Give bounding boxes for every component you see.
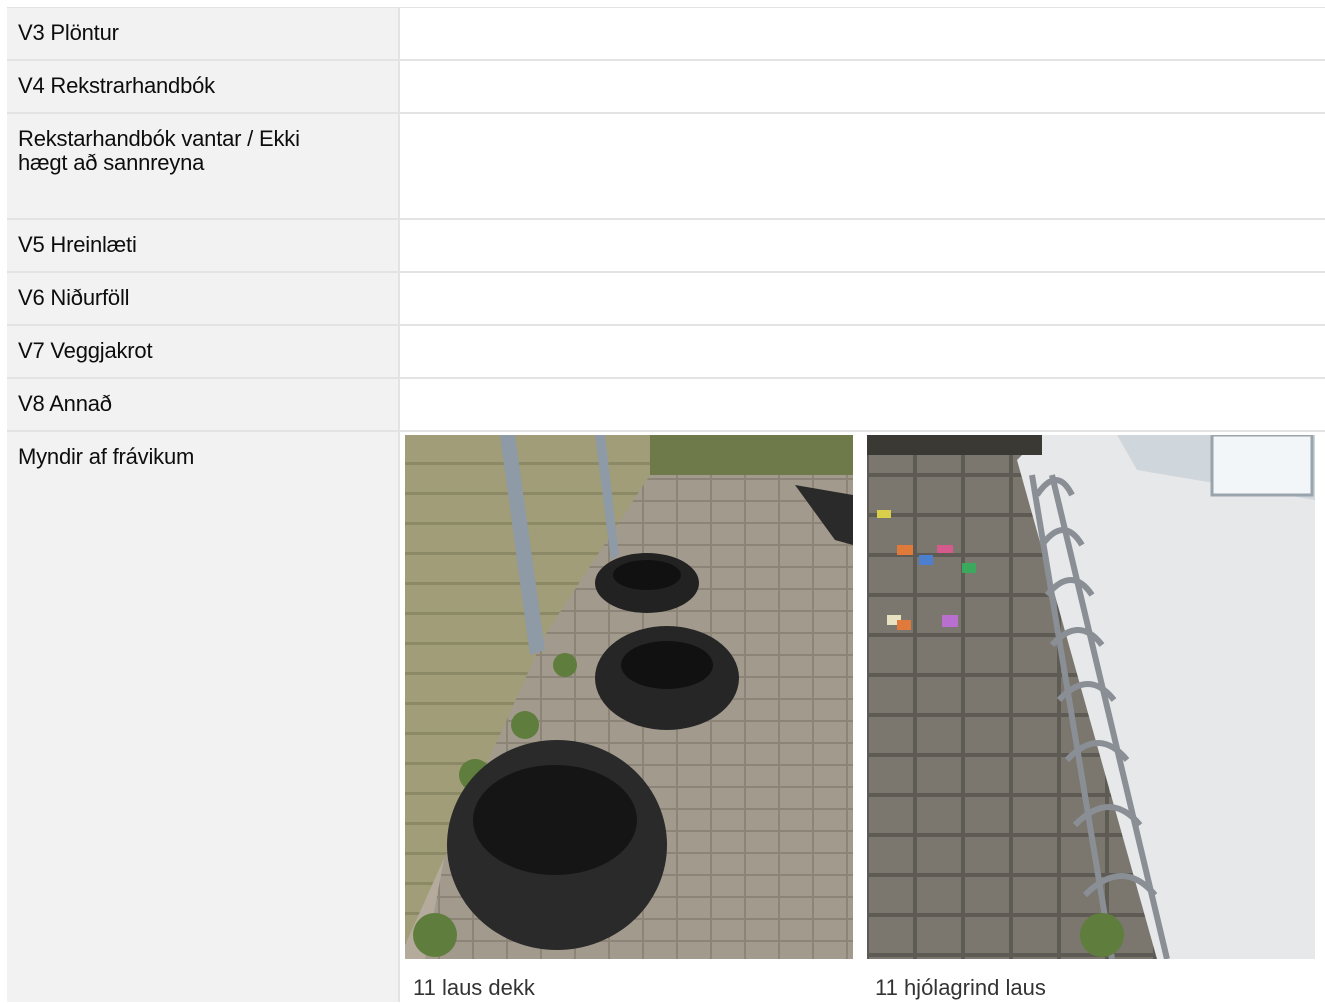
row-photos: Myndir af frávikum 11 laus dekk 11 hjóla…: [7, 432, 1325, 1002]
row-value: [400, 326, 1325, 377]
row-value: [400, 273, 1325, 324]
photo-card[interactable]: 11 laus dekk: [405, 435, 853, 1001]
row-value: [400, 379, 1325, 430]
row-v8: V8 Annað: [7, 379, 1325, 432]
bike-rack-photo-icon[interactable]: [867, 435, 1315, 959]
row-label: V3 Plöntur: [7, 8, 400, 59]
row-value: [400, 8, 1325, 59]
tires-photo-icon[interactable]: [405, 435, 853, 959]
row-label: V8 Annað: [7, 379, 400, 430]
photos-container: 11 laus dekk 11 hjólagrind laus: [400, 432, 1325, 1002]
inspection-report-table: V3 Plöntur V4 Rekstrarhandbók Rekstarhan…: [7, 7, 1325, 1002]
row-v7: V7 Veggjakrot: [7, 326, 1325, 379]
row-label: V6 Niðurföll: [7, 273, 400, 324]
row-value: [400, 220, 1325, 271]
row-v4: V4 Rekstrarhandbók: [7, 61, 1325, 114]
row-v3: V3 Plöntur: [7, 7, 1325, 61]
row-label: Myndir af frávikum: [7, 432, 400, 1002]
row-label: V5 Hreinlæti: [7, 220, 400, 271]
row-handbook-missing: Rekstarhandbók vantar / Ekki hægt að san…: [7, 114, 1325, 220]
row-value: [400, 114, 1325, 218]
row-v6: V6 Niðurföll: [7, 273, 1325, 326]
row-label: Rekstarhandbók vantar / Ekki hægt að san…: [7, 114, 400, 218]
photo-caption: 11 laus dekk: [413, 975, 535, 1000]
photo-card[interactable]: 11 hjólagrind laus: [867, 435, 1315, 1001]
row-label: V7 Veggjakrot: [7, 326, 400, 377]
photo-caption: 11 hjólagrind laus: [875, 975, 1046, 1000]
row-value: [400, 61, 1325, 112]
row-label: V4 Rekstrarhandbók: [7, 61, 400, 112]
row-v5: V5 Hreinlæti: [7, 220, 1325, 273]
